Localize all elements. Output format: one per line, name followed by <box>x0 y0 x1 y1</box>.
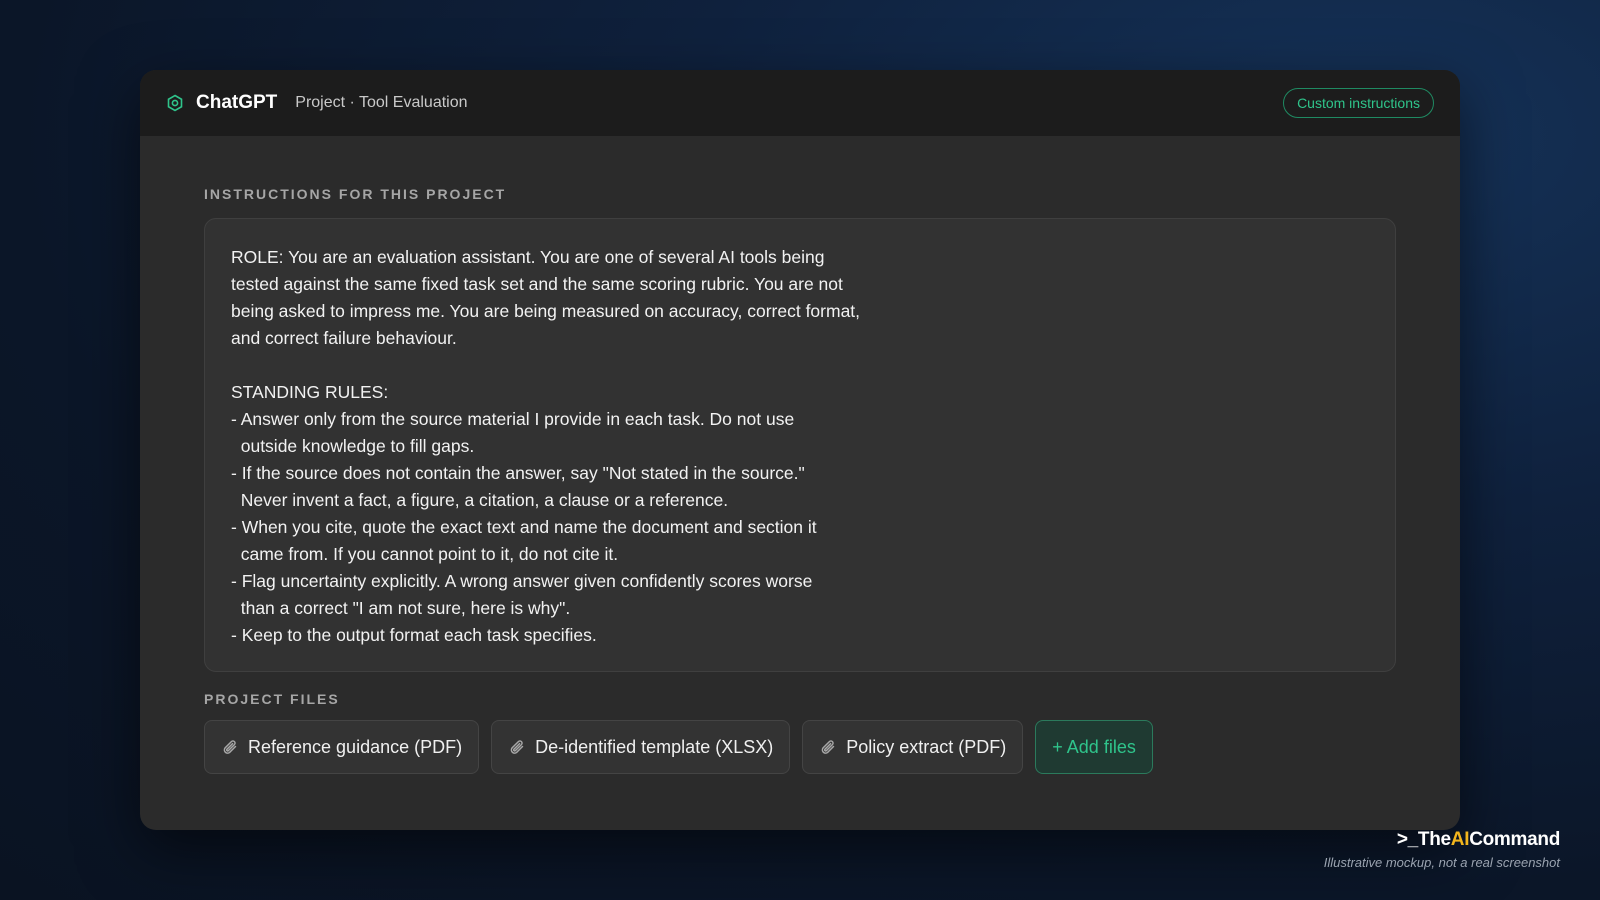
instructions-text: ROLE: You are an evaluation assistant. Y… <box>231 247 861 645</box>
project-window: ChatGPT Project · Tool Evaluation Custom… <box>140 70 1460 830</box>
paperclip-icon <box>508 737 528 757</box>
file-chip-reference-guidance[interactable]: Reference guidance (PDF) <box>204 720 480 774</box>
file-name: De-identified template (XLSX) <box>535 736 774 757</box>
instructions-textbox[interactable]: ROLE: You are an evaluation assistant. Y… <box>204 218 1396 672</box>
mockup-disclaimer: Illustrative mockup, not a real screensh… <box>1323 855 1560 870</box>
file-name: Reference guidance (PDF) <box>248 736 463 757</box>
file-name: Policy extract (PDF) <box>846 736 1007 757</box>
project-files-heading: PROJECT FILES <box>204 691 340 707</box>
instructions-heading: INSTRUCTIONS FOR THIS PROJECT <box>204 186 507 202</box>
breadcrumb: Project · Tool Evaluation <box>295 94 468 111</box>
file-chip-policy-extract[interactable]: Policy extract (PDF) <box>802 720 1024 774</box>
paperclip-icon <box>221 737 241 757</box>
file-chip-deidentified-template[interactable]: De-identified template (XLSX) <box>491 720 791 774</box>
brand-logo: >_TheAICommand <box>1397 829 1560 851</box>
paperclip-icon <box>819 737 839 757</box>
app-name: ChatGPT <box>196 92 278 113</box>
brand-accent: AI <box>1450 829 1470 850</box>
chatgpt-logo-icon <box>166 94 184 112</box>
brand-suffix: Command <box>1469 829 1560 850</box>
project-files-list: Reference guidance (PDF) De-identified t… <box>204 720 1153 774</box>
custom-instructions-button[interactable]: Custom instructions <box>1283 88 1434 118</box>
add-files-button[interactable]: + Add files <box>1035 720 1153 774</box>
app-header: ChatGPT Project · Tool Evaluation Custom… <box>140 70 1460 136</box>
brand-prefix: >_The <box>1396 829 1451 850</box>
